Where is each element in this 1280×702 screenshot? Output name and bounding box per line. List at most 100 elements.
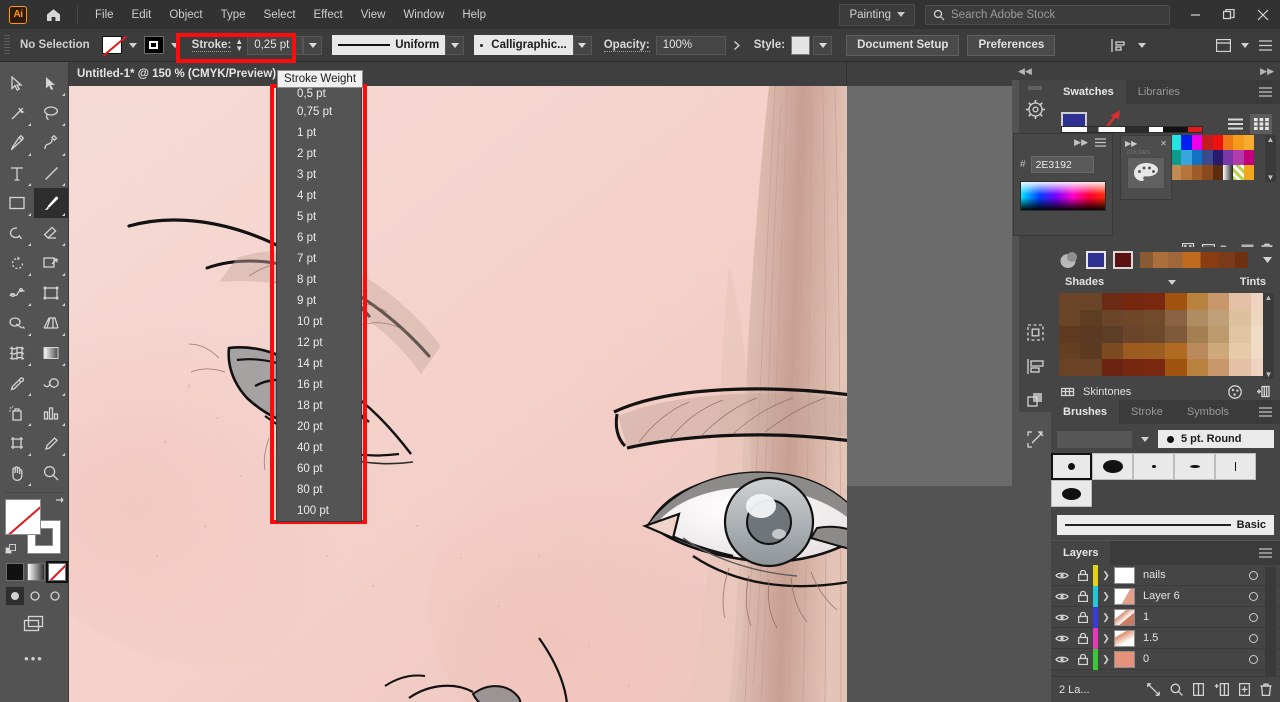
tool-hand[interactable]: [0, 458, 34, 488]
layer-target-circle[interactable]: [1249, 591, 1258, 601]
layer-name[interactable]: 1: [1143, 611, 1149, 623]
tool-shaper[interactable]: [0, 218, 34, 248]
swatch-chip[interactable]: [1202, 135, 1213, 150]
panel-menu-icon[interactable]: [1259, 39, 1272, 51]
arrange-documents-icon[interactable]: [1216, 38, 1231, 52]
preferences-button[interactable]: Preferences: [967, 34, 1056, 56]
stroke-weight-option[interactable]: 0,5 pt: [277, 87, 361, 101]
color-panel-menu-icon[interactable]: [1095, 137, 1106, 147]
stroke-weight-option[interactable]: 14 pt: [277, 353, 361, 374]
stroke-weight-option[interactable]: 10 pt: [277, 311, 361, 332]
transform-panel-icon[interactable]: [1019, 349, 1051, 383]
properties-gear-icon[interactable]: [1019, 92, 1051, 126]
tool-slice[interactable]: [34, 428, 68, 458]
swatches-default-strip[interactable]: [1061, 126, 1203, 133]
guide-cell[interactable]: [1186, 309, 1209, 326]
guide-cell[interactable]: [1165, 342, 1187, 359]
brush-definition-selector[interactable]: Calligraphic...: [474, 35, 573, 55]
brush-cell-5pt-round[interactable]: [1051, 453, 1092, 480]
color-guide-harmony-icon[interactable]: [1059, 250, 1079, 270]
chevron-down-icon[interactable]: [1138, 42, 1146, 48]
eye-icon[interactable]: [1051, 655, 1073, 664]
swatch-chip[interactable]: [1191, 135, 1203, 150]
stroke-weight-option[interactable]: 100 pt: [277, 500, 361, 521]
tool-column-graph[interactable]: [34, 398, 68, 428]
layer-target-circle[interactable]: [1249, 570, 1258, 580]
brush-cell-large-round[interactable]: [1092, 453, 1133, 480]
guide-cell[interactable]: [1080, 293, 1102, 310]
selected-brush-chip[interactable]: 5 pt. Round: [1158, 430, 1274, 448]
tool-free-transform[interactable]: [34, 278, 68, 308]
swatch-chip[interactable]: [1212, 135, 1223, 150]
stroke-weight-option[interactable]: 3 pt: [277, 164, 361, 185]
tool-direct-selection[interactable]: [34, 68, 68, 98]
workspace-switcher[interactable]: Painting: [839, 3, 915, 26]
lock-icon[interactable]: [1073, 653, 1093, 665]
layer-row[interactable]: ❯ 0: [1051, 648, 1280, 670]
opacity-input[interactable]: 100%: [655, 35, 726, 55]
color-spectrum[interactable]: [1020, 181, 1106, 211]
tool-pen[interactable]: [0, 128, 34, 158]
layer-target-circle[interactable]: [1249, 654, 1258, 664]
lock-icon[interactable]: [1073, 569, 1093, 581]
stroke-weight-option[interactable]: 18 pt: [277, 395, 361, 416]
guide-cell[interactable]: [1144, 293, 1166, 310]
menu-window[interactable]: Window: [394, 4, 453, 26]
guide-cell[interactable]: [1144, 326, 1166, 343]
guide-cell[interactable]: [1122, 359, 1145, 376]
color-guide-second-color[interactable]: [1113, 251, 1133, 269]
guide-cell[interactable]: [1208, 293, 1230, 310]
stroke-weight-option[interactable]: 0,75 pt: [277, 101, 361, 122]
tab-brushes[interactable]: Brushes: [1051, 400, 1120, 424]
guide-cell[interactable]: [1186, 326, 1209, 343]
guide-cell[interactable]: [1080, 342, 1102, 359]
tab-layers[interactable]: Layers: [1051, 541, 1111, 565]
tool-perspective-grid[interactable]: [34, 308, 68, 338]
layer-row[interactable]: ❯ nails: [1051, 564, 1280, 586]
color-guide-dropdown-icon[interactable]: [1255, 257, 1280, 263]
layer-row[interactable]: ❯ 1.5: [1051, 627, 1280, 649]
pathfinder-panel-icon[interactable]: [1019, 383, 1051, 417]
graphic-style-swatch[interactable]: [791, 35, 811, 55]
stroke-weight-option[interactable]: 8 pt: [277, 269, 361, 290]
guide-cell[interactable]: [1144, 309, 1166, 326]
stroke-weight-label[interactable]: Stroke:: [191, 39, 232, 52]
locate-object-icon[interactable]: [1170, 683, 1183, 696]
canvas-area[interactable]: [69, 86, 847, 702]
tool-mesh[interactable]: [0, 338, 34, 368]
color-guide-harmony-ramp[interactable]: [1140, 252, 1248, 268]
guide-cell[interactable]: [1208, 342, 1230, 359]
guide-cell[interactable]: [1165, 359, 1187, 376]
guide-cell[interactable]: [1059, 293, 1081, 310]
guide-cell[interactable]: [1229, 293, 1251, 310]
brushes-panel-menu-icon[interactable]: [1251, 400, 1280, 424]
tool-symbol-sprayer[interactable]: [0, 398, 34, 428]
chevron-right-icon[interactable]: ❯: [1098, 570, 1114, 581]
tool-artboard[interactable]: [0, 428, 34, 458]
menu-file[interactable]: File: [86, 4, 123, 26]
tool-magic-wand[interactable]: [0, 98, 34, 128]
tab-stroke[interactable]: Stroke: [1119, 400, 1175, 424]
guide-cell[interactable]: [1165, 293, 1187, 310]
save-color-group-icon[interactable]: [1254, 385, 1270, 399]
create-sublayer-icon[interactable]: [1214, 683, 1229, 696]
swatch-chip[interactable]: [1191, 150, 1203, 165]
fill-color-swatch[interactable]: [101, 35, 127, 57]
menu-view[interactable]: View: [352, 4, 395, 26]
stroke-profile-selector[interactable]: Uniform: [332, 35, 446, 55]
hex-input[interactable]: 2E3192: [1030, 156, 1094, 173]
icon-rail-grip[interactable]: [1019, 84, 1051, 92]
tool-rectangle[interactable]: [0, 188, 34, 218]
swatches-list-view-icon[interactable]: [1224, 114, 1246, 134]
swatch-chip[interactable]: [1233, 150, 1244, 165]
collapse-right-icon[interactable]: ▶▶: [1260, 66, 1274, 77]
menu-edit[interactable]: Edit: [123, 4, 161, 26]
graphic-style-dropdown-icon[interactable]: [813, 35, 833, 55]
layer-name[interactable]: nails: [1143, 569, 1166, 581]
scroll-down-icon[interactable]: ▼: [1265, 370, 1273, 379]
guide-cell[interactable]: [1208, 309, 1230, 326]
swatch-chip[interactable]: [1222, 150, 1234, 165]
screen-mode-button[interactable]: [0, 615, 68, 633]
guide-cell[interactable]: [1186, 293, 1209, 310]
swap-fill-stroke-icon[interactable]: [55, 496, 67, 508]
